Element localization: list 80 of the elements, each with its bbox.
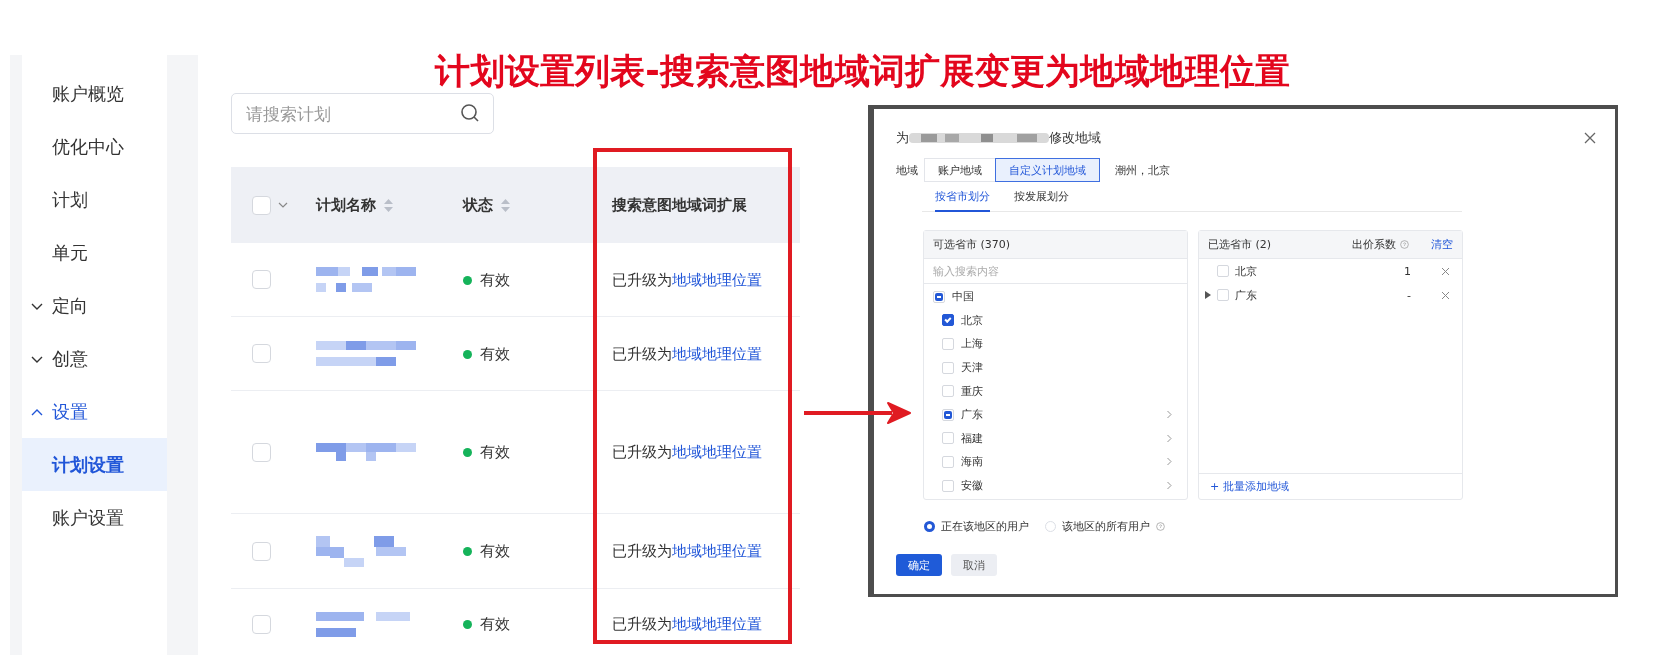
sidebar-group[interactable]: 创意 <box>22 332 167 385</box>
list-item[interactable]: 重庆 <box>924 379 1187 403</box>
list-item[interactable]: 安徽 <box>924 473 1187 498</box>
region-summary: 潮州，北京 <box>1115 162 1170 178</box>
location-link[interactable]: 地域地理位置 <box>672 344 762 363</box>
cancel-button[interactable]: 取消 <box>951 554 997 576</box>
upgrade-note: 已升级为地域地理位置 <box>612 270 762 289</box>
location-link[interactable]: 地域地理位置 <box>672 443 762 461</box>
list-item[interactable]: 上海 <box>924 332 1187 356</box>
location-link[interactable]: 地域地理位置 <box>672 270 762 289</box>
arrow-icon <box>804 401 912 425</box>
location-link[interactable]: 地域地理位置 <box>672 615 762 633</box>
list-item[interactable]: 北京 <box>924 308 1187 333</box>
close-icon[interactable] <box>1583 131 1597 145</box>
upgrade-note: 已升级为地域地理位置 <box>612 542 762 560</box>
upgrade-note: 已升级为地域地理位置 <box>612 344 762 363</box>
status-text: 有效 <box>480 443 510 462</box>
status-text: 有效 <box>480 270 510 290</box>
panel-title: 已选省市 (2) <box>1208 237 1272 252</box>
status-dot <box>463 448 472 457</box>
column-header: 状态 <box>463 195 493 215</box>
sidebar-item[interactable]: 计划设置 <box>22 438 167 491</box>
upgrade-note: 已升级为地域地理位置 <box>612 443 762 461</box>
status-dot <box>463 547 472 556</box>
dialog-title: 为 <box>896 129 909 147</box>
column-header: 搜索意图地域词扩展 <box>612 195 747 215</box>
list-item[interactable]: 天津 <box>924 355 1187 380</box>
search-icon[interactable] <box>460 103 480 123</box>
chevron-icon[interactable] <box>1166 410 1173 420</box>
clear-link[interactable]: 清空 <box>1431 237 1453 252</box>
region-name: 北京 <box>1235 263 1258 279</box>
sidebar-item[interactable]: 单元 <box>22 226 167 279</box>
remove-icon[interactable] <box>1441 290 1450 300</box>
sidebar-group[interactable]: 设置 <box>22 385 167 438</box>
status-dot <box>463 275 472 285</box>
list-item[interactable]: 海南 <box>924 450 1187 474</box>
status-text: 有效 <box>480 615 510 634</box>
radio-button[interactable] <box>924 520 935 532</box>
chevron-icon[interactable] <box>1166 457 1173 467</box>
sort-icon[interactable] <box>501 198 510 212</box>
sidebar-item[interactable]: 优化中心 <box>22 120 167 173</box>
sidebar-group[interactable]: 定向 <box>22 279 167 332</box>
list-item[interactable]: 福建 <box>924 426 1187 451</box>
segment-button[interactable]: 自定义计划地域 <box>995 158 1100 182</box>
radio-label: 正在该地区的用户 <box>941 518 1029 534</box>
status-text: 有效 <box>480 344 510 364</box>
radio-label: 该地区的所有用户 <box>1062 518 1150 534</box>
sidebar-item[interactable]: 计划 <box>22 173 167 226</box>
expand-icon[interactable] <box>1205 291 1211 299</box>
tab[interactable]: 按发展划分 <box>1014 182 1069 212</box>
tab[interactable]: 按省市划分 <box>935 182 990 212</box>
help-icon[interactable] <box>1400 240 1409 249</box>
sidebar-item[interactable]: 账户设置 <box>22 491 167 544</box>
dialog-title: 修改地域 <box>1049 129 1101 147</box>
region-name: 广东 <box>1235 287 1258 303</box>
sort-icon[interactable] <box>384 198 393 212</box>
column-header: 计划名称 <box>316 195 376 215</box>
column-header: 出价系数 <box>1352 237 1396 252</box>
field-label: 地域 <box>896 162 919 178</box>
bid-coefficient: - <box>1406 288 1411 302</box>
segment-button[interactable]: 账户地域 <box>924 158 996 182</box>
annotation-title: 计划设置列表-搜索意图地域词扩展变更为地域地理位置 <box>433 50 1291 93</box>
upgrade-note: 已升级为地域地理位置 <box>612 615 762 633</box>
list-item[interactable]: 中国 <box>924 285 1187 309</box>
location-link[interactable]: 地域地理位置 <box>672 542 762 560</box>
search-field[interactable]: 请搜索计划 <box>231 93 494 134</box>
chevron-icon[interactable] <box>1166 481 1173 491</box>
panel-title: 可选省市 (370) <box>933 237 1011 252</box>
status-dot <box>463 620 472 629</box>
remove-icon[interactable] <box>1441 266 1450 276</box>
status-text: 有效 <box>480 542 510 561</box>
sidebar-item[interactable]: 账户概览 <box>22 67 167 120</box>
status-dot <box>463 349 472 359</box>
chevron-icon[interactable] <box>1166 433 1173 443</box>
checkbox[interactable] <box>942 314 954 327</box>
confirm-button[interactable]: 确定 <box>896 554 942 576</box>
list-item[interactable]: 广东 <box>924 402 1187 427</box>
bid-coefficient: 1 <box>1403 264 1411 278</box>
batch-add-link[interactable]: + 批量添加地域 <box>1210 479 1289 494</box>
help-icon[interactable] <box>1156 521 1165 531</box>
